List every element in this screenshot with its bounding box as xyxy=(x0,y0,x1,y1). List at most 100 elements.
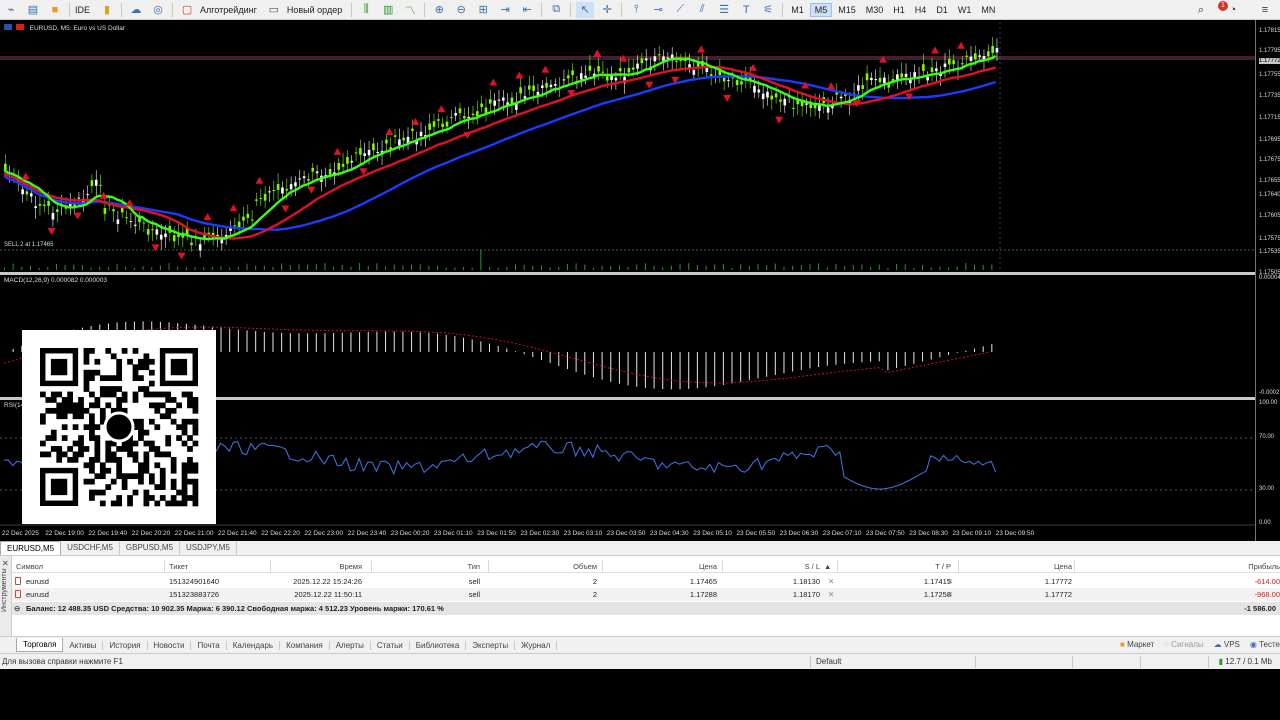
template-icon[interactable]: ▤ xyxy=(24,2,42,18)
tile-windows-icon[interactable]: ⊞ xyxy=(474,2,492,18)
strategy-tester-icon[interactable]: ▮ xyxy=(98,2,116,18)
autoscroll-icon[interactable]: ⇥ xyxy=(496,2,514,18)
globe-icon[interactable]: ◎ xyxy=(149,2,167,18)
toolbox-tab[interactable]: Компания xyxy=(280,640,330,650)
col-tp[interactable]: T / P xyxy=(839,562,951,571)
timeframe-m30[interactable]: M30 xyxy=(862,4,888,16)
symbol-tab[interactable]: USDCHF,M5 xyxy=(61,541,120,555)
timeframe-m15[interactable]: M15 xyxy=(834,4,860,16)
candle-body xyxy=(978,55,981,57)
price-tick-label: 1.17535 xyxy=(1259,249,1280,255)
toolbox-tab[interactable]: Почта xyxy=(191,640,227,650)
bar-chart-icon[interactable]: ⫼ xyxy=(357,2,375,18)
col-type[interactable]: Тип xyxy=(372,562,480,571)
timeframe-m5[interactable]: M5 xyxy=(809,2,833,17)
toolbox-tab[interactable]: Журнал xyxy=(515,640,558,650)
vps-link[interactable]: ☁ VPS xyxy=(1214,640,1240,649)
toolbox-tab[interactable]: Библиотека xyxy=(410,640,467,650)
crosshair-icon[interactable]: ✛ xyxy=(598,2,616,18)
col-sl[interactable]: S / L xyxy=(724,562,820,571)
screenshot-icon[interactable]: ⧉ xyxy=(547,2,565,18)
folder-icon[interactable]: ■ xyxy=(46,2,64,18)
symbol-tab[interactable]: USDJPY,M5 xyxy=(180,541,237,555)
toolbox-tab[interactable]: Эксперты xyxy=(466,640,516,650)
shapes-icon[interactable]: ⚟ xyxy=(759,2,777,18)
time-tick-label: 22 Dec 19:00 xyxy=(45,530,84,537)
position-tp[interactable]: 1.17415 xyxy=(839,577,951,586)
horizontal-line-icon[interactable]: ⊸ xyxy=(649,2,667,18)
remove-sl-icon[interactable]: ✕ xyxy=(828,577,834,586)
close-icon[interactable]: ✕ xyxy=(2,559,9,568)
remove-tp-icon[interactable]: ✕ xyxy=(947,577,953,586)
position-sl[interactable]: 1.18130 xyxy=(724,577,820,586)
zoom-in-icon[interactable]: ⊕ xyxy=(430,2,448,18)
text-icon[interactable]: T xyxy=(737,2,755,18)
cursor-icon[interactable]: ↖ xyxy=(576,1,595,18)
candle-body xyxy=(770,95,774,100)
tester-link[interactable]: ◉ Тесте xyxy=(1250,640,1280,649)
signals-link[interactable]: ◌ Сигналы xyxy=(1164,640,1203,649)
macd-histogram-bar xyxy=(618,352,620,384)
menu-icon[interactable]: ≡ xyxy=(1256,2,1274,18)
search-icon[interactable]: ⌕ xyxy=(1192,2,1210,18)
position-tp[interactable]: 1.17258 xyxy=(839,590,951,599)
toolbox-tab[interactable]: Алерты xyxy=(330,640,371,650)
col-symbol[interactable]: Символ xyxy=(16,562,43,571)
algotrading-button[interactable]: Алготрейдинг xyxy=(200,5,257,15)
col-current-price[interactable]: Цена xyxy=(960,562,1072,571)
toolbox-tab[interactable]: Статьи xyxy=(371,640,410,650)
toolbox-tab[interactable]: Новости xyxy=(148,640,192,650)
candle-body xyxy=(471,113,475,116)
line-chart-icon[interactable]: 〽 xyxy=(401,2,419,18)
price-axis[interactable]: 1.17815 1.17795 1.17772 1.17755 1.17735 1.177… xyxy=(1255,20,1280,541)
toolbox-tab[interactable]: Активы xyxy=(63,640,104,650)
volume-bar xyxy=(359,263,361,270)
vertical-line-icon[interactable]: ⫯ xyxy=(627,2,645,18)
timeframe-m1[interactable]: M1 xyxy=(787,4,808,16)
timeframe-d1[interactable]: D1 xyxy=(932,4,952,16)
col-profit[interactable]: Прибыль xyxy=(1076,562,1280,571)
candle-body xyxy=(636,63,639,69)
col-price[interactable]: Цена xyxy=(604,562,717,571)
channel-icon[interactable]: ⫽ xyxy=(693,2,711,18)
col-ticket[interactable]: Тикет xyxy=(169,562,188,571)
pane-separator[interactable] xyxy=(0,272,1255,275)
status-profile[interactable]: Default xyxy=(816,657,841,666)
toolbox-tab[interactable]: Торговля xyxy=(16,638,64,652)
qr-module xyxy=(99,489,106,496)
symbol-tab[interactable]: EURUSD,M5 xyxy=(0,541,62,555)
qr-module xyxy=(89,391,95,398)
new-order-button[interactable]: Новый ордер xyxy=(287,5,342,15)
candlestick-icon[interactable]: ▥ xyxy=(379,2,397,18)
col-volume[interactable]: Объем xyxy=(490,562,597,571)
algotrading-icon[interactable]: ▢ xyxy=(178,2,196,18)
status-traffic[interactable]: ▮ 12.7 / 0.1 Mb xyxy=(1219,657,1272,666)
order-line-label[interactable]: SELL 2 at 1.17465 xyxy=(4,242,54,248)
position-sl[interactable]: 1.18170 xyxy=(724,590,820,599)
macd-histogram-bar xyxy=(514,351,516,352)
market-link[interactable]: ■ Маркет xyxy=(1120,640,1154,649)
position-row[interactable]: eurusd 151323883726 2025.12.22 11:50:11 … xyxy=(12,588,1280,601)
toolbox-tab[interactable]: Календарь xyxy=(227,640,281,650)
rsi-tick-label: 30.00 xyxy=(1259,486,1275,492)
position-row[interactable]: eurusd 151324901640 2025.12.22 15:24:26 … xyxy=(12,575,1280,588)
timeframe-mn[interactable]: MN xyxy=(977,4,999,16)
col-time[interactable]: Время xyxy=(272,562,362,571)
remove-sl-icon[interactable]: ✕ xyxy=(828,590,834,599)
fibonacci-icon[interactable]: ☰ xyxy=(715,2,733,18)
timeframe-w1[interactable]: W1 xyxy=(954,4,976,16)
trendline-icon[interactable]: ⟋ xyxy=(671,2,689,18)
zoom-out-icon[interactable]: ⊖ xyxy=(452,2,470,18)
cloud-icon[interactable]: ☁ xyxy=(127,2,145,18)
chart-type-icon[interactable]: ⌁ xyxy=(2,2,20,18)
ide-button[interactable]: IDE xyxy=(75,5,90,15)
timeframe-h4[interactable]: H4 xyxy=(911,4,931,16)
remove-tp-icon[interactable]: ✕ xyxy=(947,590,953,599)
candle-body xyxy=(467,116,470,119)
chart-shift-icon[interactable]: ⇤ xyxy=(518,2,536,18)
toolbox-tab[interactable]: История xyxy=(103,640,148,650)
chart-window[interactable]: EURUSD, M5: Euro vs US Dollar SELL 2 at … xyxy=(0,20,1280,541)
timeframe-h1[interactable]: H1 xyxy=(889,4,909,16)
symbol-tab[interactable]: GBPUSD,M5 xyxy=(120,541,181,555)
new-order-icon[interactable]: ▭ xyxy=(265,2,283,18)
